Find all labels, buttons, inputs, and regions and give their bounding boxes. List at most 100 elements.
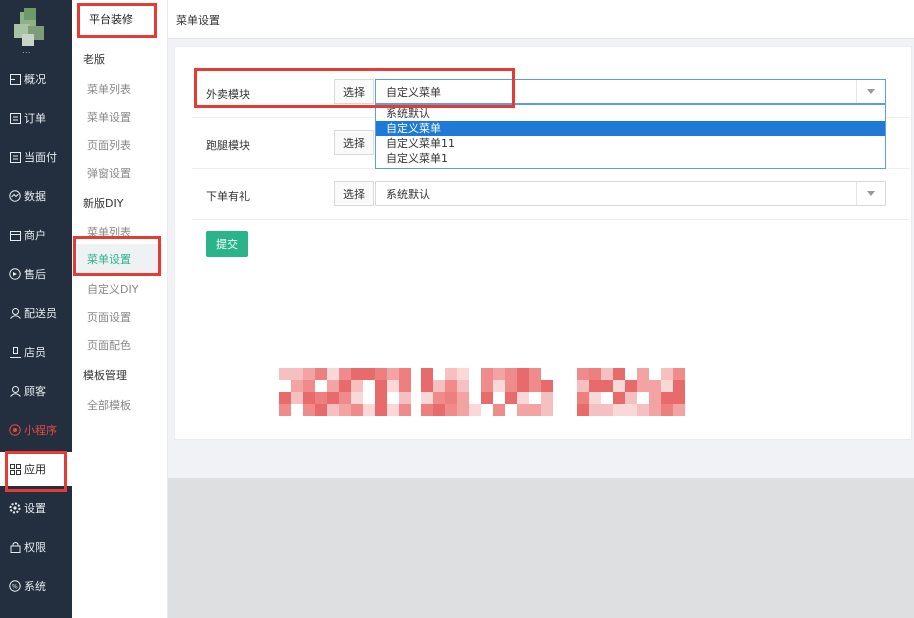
subnav-section-diy: 新版DIY bbox=[83, 197, 124, 210]
aftersale-icon bbox=[9, 268, 21, 280]
nav-item-clerk[interactable]: 店员 bbox=[0, 335, 72, 369]
nav-item-courier[interactable]: 配送员 bbox=[0, 296, 72, 330]
mosaic-block bbox=[445, 404, 457, 416]
mosaic-block bbox=[363, 368, 375, 380]
nav-item-label: 商户 bbox=[24, 229, 46, 242]
mosaic-block bbox=[445, 368, 457, 380]
mosaic-block bbox=[387, 368, 399, 380]
nav-item-settings[interactable]: 设置 bbox=[0, 491, 72, 525]
mosaic-block bbox=[541, 392, 553, 404]
mosaic-block bbox=[541, 380, 553, 392]
highlight-box bbox=[77, 3, 157, 38]
mosaic-block bbox=[303, 368, 315, 380]
nav-item-face-pay[interactable]: 当面付 bbox=[0, 140, 72, 174]
mosaic-block bbox=[613, 404, 625, 416]
mosaic-block bbox=[529, 368, 541, 380]
subnav-item-old-menu-list[interactable]: 菜单列表 bbox=[87, 81, 131, 97]
nav-item-label: 配送员 bbox=[24, 307, 57, 320]
dropdown-option-selected[interactable]: 自定义菜单 bbox=[376, 121, 885, 136]
mosaic-block bbox=[327, 392, 339, 404]
subnav-item-old-menu-settings[interactable]: 菜单设置 bbox=[87, 109, 131, 125]
subnav-item-page-colors[interactable]: 页面配色 bbox=[87, 337, 131, 353]
mosaic-block bbox=[481, 380, 493, 392]
mosaic-block bbox=[375, 392, 387, 404]
errand-select-button[interactable]: 选择 bbox=[334, 130, 374, 155]
payment-icon bbox=[9, 151, 21, 163]
nav-item-system[interactable]: % 系统 bbox=[0, 569, 72, 603]
nav-item-orders[interactable]: 订单 bbox=[0, 101, 72, 135]
mosaic-block bbox=[637, 404, 649, 416]
mosaic-block bbox=[613, 368, 625, 380]
mosaic-block bbox=[649, 404, 661, 416]
mosaic-block bbox=[661, 404, 673, 416]
mosaic-block bbox=[601, 380, 613, 392]
mosaic-block bbox=[387, 404, 399, 416]
order-gift-label: 下单有礼 bbox=[206, 190, 250, 203]
highlight-box bbox=[194, 68, 515, 108]
nav-item-overview[interactable]: 概况 bbox=[0, 62, 72, 96]
mosaic-block bbox=[303, 380, 315, 392]
gear-icon bbox=[9, 502, 21, 514]
mosaic-block bbox=[625, 392, 637, 404]
page-title: 菜单设置 bbox=[176, 14, 220, 27]
dropdown-option[interactable]: 自定义菜单1 bbox=[376, 151, 885, 166]
mosaic-block bbox=[303, 404, 315, 416]
nav-item-aftersale[interactable]: 售后 bbox=[0, 257, 72, 291]
store-icon bbox=[9, 229, 21, 241]
nav-item-label: 系统 bbox=[24, 580, 46, 593]
submit-button[interactable]: 提交 bbox=[206, 231, 248, 257]
mosaic-block bbox=[517, 404, 529, 416]
mosaic-block bbox=[421, 368, 433, 380]
order-gift-select[interactable]: 系统默认 bbox=[375, 181, 886, 206]
mosaic-block bbox=[339, 404, 351, 416]
chevron-down-icon bbox=[856, 80, 885, 103]
order-gift-select-button[interactable]: 选择 bbox=[334, 181, 374, 206]
dropdown-option[interactable]: 自定义菜单11 bbox=[376, 136, 885, 151]
subnav-item-all-templates[interactable]: 全部模板 bbox=[87, 397, 131, 413]
mosaic-block bbox=[649, 380, 661, 392]
mosaic-block bbox=[399, 392, 411, 404]
mosaic-block bbox=[625, 380, 637, 392]
nav-item-miniprogram[interactable]: 小程序 bbox=[0, 413, 72, 447]
mosaic-block bbox=[279, 368, 291, 380]
mosaic-block bbox=[339, 380, 351, 392]
subnav-section-templates: 模板管理 bbox=[83, 369, 127, 382]
clerk-icon bbox=[9, 346, 21, 358]
subnav-section-old: 老版 bbox=[83, 53, 105, 66]
mosaic-block bbox=[577, 368, 589, 380]
dropdown-option[interactable]: 系统默认 bbox=[376, 106, 885, 121]
system-icon: % bbox=[9, 580, 21, 592]
avatar[interactable] bbox=[14, 8, 46, 46]
mosaic-block bbox=[375, 368, 387, 380]
subnav-item-old-popup-settings[interactable]: 弹窗设置 bbox=[87, 165, 131, 181]
page-header: 菜单设置 bbox=[168, 0, 914, 39]
mosaic-block bbox=[661, 368, 673, 380]
subnav-item-page-settings[interactable]: 页面设置 bbox=[87, 309, 131, 325]
mosaic-block bbox=[637, 380, 649, 392]
mosaic-block bbox=[433, 404, 445, 416]
nav-item-permission[interactable]: 权限 bbox=[0, 530, 72, 564]
mosaic-block bbox=[315, 392, 327, 404]
mosaic-block bbox=[469, 404, 481, 416]
customer-icon bbox=[9, 385, 21, 397]
mosaic-block bbox=[517, 380, 529, 392]
mosaic-block bbox=[661, 380, 673, 392]
mosaic-block bbox=[481, 368, 493, 380]
highlight-box bbox=[73, 236, 161, 276]
mosaic-block bbox=[577, 380, 589, 392]
mosaic-block bbox=[505, 392, 517, 404]
nav-item-data[interactable]: 数据 bbox=[0, 179, 72, 213]
mosaic-block bbox=[279, 392, 291, 404]
mosaic-block bbox=[613, 392, 625, 404]
chevron-down-icon bbox=[856, 182, 885, 205]
nav-item-merchant[interactable]: 商户 bbox=[0, 218, 72, 252]
subnav-item-old-page-list[interactable]: 页面列表 bbox=[87, 137, 131, 153]
subnav-item-custom-diy[interactable]: 自定义DIY bbox=[87, 281, 138, 297]
nav-item-customer[interactable]: 顾客 bbox=[0, 374, 72, 408]
takeout-dropdown-list: 系统默认 自定义菜单 自定义菜单11 自定义菜单1 bbox=[375, 104, 886, 169]
nav-item-label: 售后 bbox=[24, 268, 46, 281]
order-gift-select-value: 系统默认 bbox=[386, 187, 430, 201]
mosaic-block bbox=[339, 392, 351, 404]
mosaic-block bbox=[673, 404, 685, 416]
mosaic-block bbox=[291, 368, 303, 380]
